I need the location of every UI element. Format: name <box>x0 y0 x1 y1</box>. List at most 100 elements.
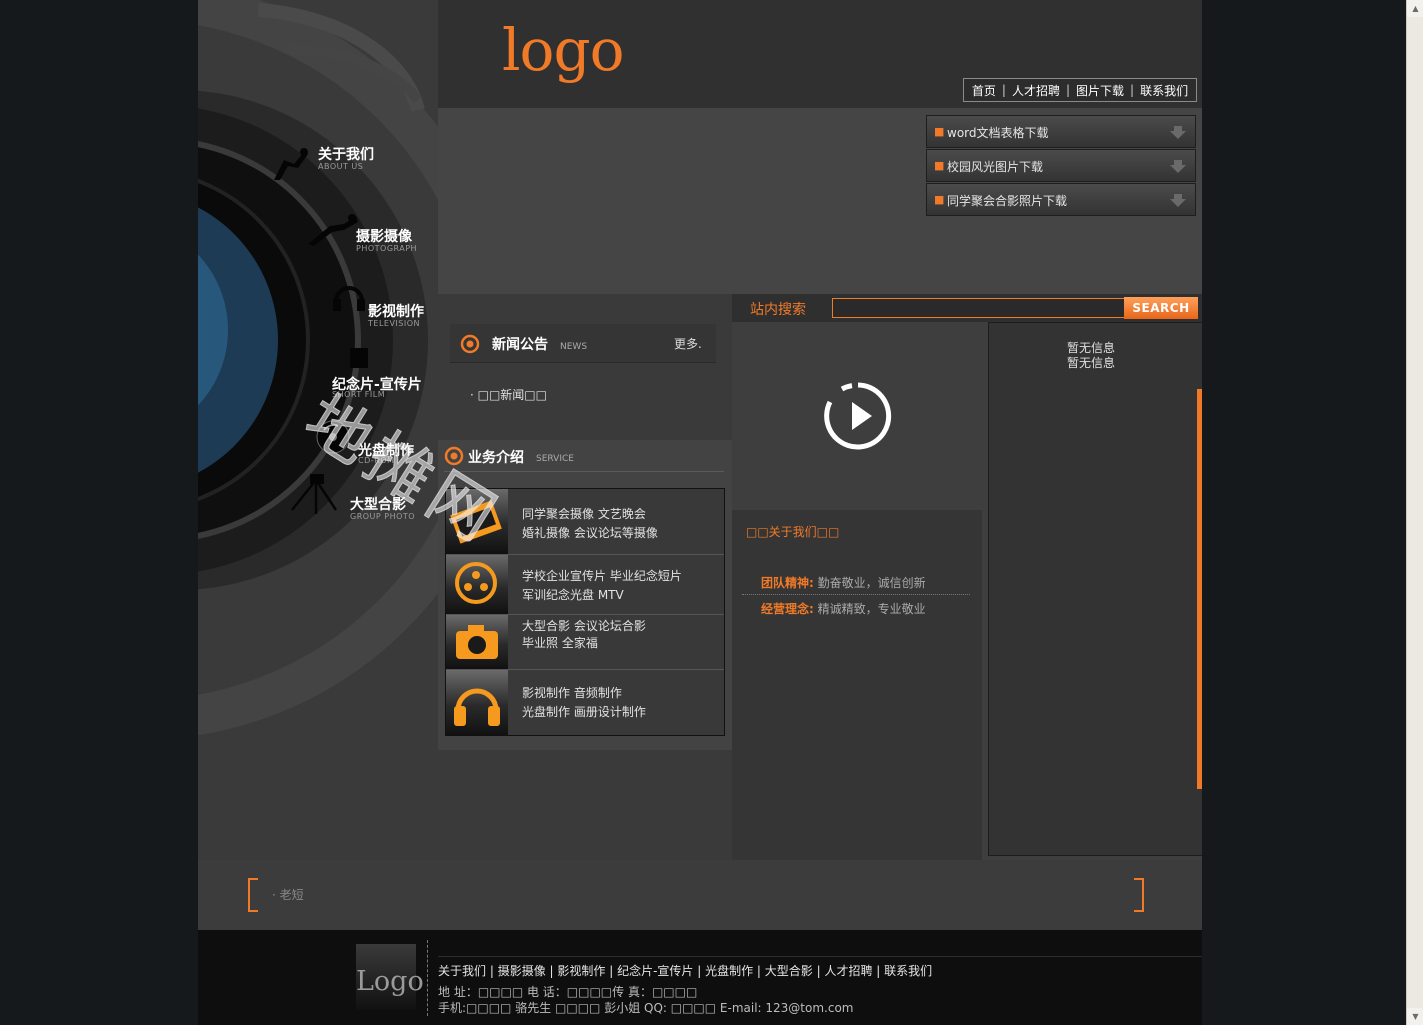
about-row: 经营理念: 精诚精致，专业敬业 <box>761 600 926 617</box>
download-item[interactable]: ■ 同学聚会合影照片下载 <box>926 183 1196 216</box>
info-text: 暂无信息 <box>1067 356 1116 370</box>
swirl-icon <box>460 334 480 354</box>
person-silhouette-icon <box>274 148 308 180</box>
camera-icon <box>446 615 508 669</box>
bullet-icon: ■ <box>934 159 945 172</box>
panel-scrollbar[interactable] <box>1197 389 1202 789</box>
scroll-up-arrow-icon[interactable]: ▲ <box>1407 0 1423 17</box>
play-icon[interactable] <box>824 382 892 450</box>
divider <box>427 940 428 1016</box>
about-title: □□关于我们□□ <box>746 525 840 539</box>
download-item[interactable]: ■ word文档表格下载 <box>926 115 1196 148</box>
topnav-home[interactable]: 首页 <box>972 82 996 99</box>
footer-address: 地 址：□□□□ 电 话：□□□□传 真：□□□□ <box>438 985 698 999</box>
bullet-icon: ■ <box>934 193 945 206</box>
news-subtitle: NEWS <box>560 342 588 352</box>
service-line: 光盘制作 画册设计制作 <box>522 705 646 719</box>
headphones-icon <box>333 286 365 311</box>
scroll-down-arrow-icon[interactable]: ▼ <box>1407 1008 1423 1025</box>
service-line: 学校企业宣传片 毕业纪念短片 <box>522 569 682 583</box>
download-arrow-icon <box>1170 126 1186 139</box>
headphones-icon <box>446 670 508 735</box>
download-item[interactable]: ■ 校园风光图片下载 <box>926 149 1196 182</box>
news-item[interactable]: · □□新闻□□ <box>470 386 547 403</box>
video-player <box>732 322 982 510</box>
service-row[interactable]: 学校企业宣传片 毕业纪念短片 军训纪念光盘 MTV <box>446 555 724 615</box>
service-row[interactable]: 影视制作 音频制作 光盘制作 画册设计制作 <box>446 670 724 735</box>
top-navigation: 首页 | 人才招聘 | 图片下载 | 联系我们 <box>963 78 1197 102</box>
banner-area: ■ word文档表格下载 ■ 校园风光图片下载 ■ 同学聚会合影照片下载 <box>438 108 1202 294</box>
topnav-separator: | <box>1130 83 1135 97</box>
site-footer: Logo 关于我们 | 摄影摄像 | 影视制作 | 纪念片-宣传片 | 光盘制作… <box>198 930 1202 1025</box>
footer-link[interactable]: 影视制作 <box>557 964 605 978</box>
footer-link[interactable]: 摄影摄像 <box>498 964 546 978</box>
footer-link[interactable]: 光盘制作 <box>705 964 753 978</box>
site-search: 站内搜索 SEARCH <box>732 294 1202 322</box>
film-reel-icon <box>350 348 368 368</box>
nav-sublabel: TELEVISION <box>368 319 421 328</box>
divider <box>742 594 970 595</box>
about-row: 团队精神: 勤奋敬业，诚信创新 <box>761 574 926 591</box>
footer-logo: Logo <box>356 944 424 1010</box>
about-value: 精诚精致，专业敬业 <box>817 602 926 616</box>
topnav-separator: | <box>1001 83 1006 97</box>
service-line: 影视制作 音频制作 <box>522 686 622 700</box>
news-title: 新闻公告 <box>492 337 548 353</box>
footer-link[interactable]: 联系我们 <box>884 964 932 978</box>
window-scrollbar[interactable]: ▲ ▼ <box>1406 0 1423 1025</box>
download-label: word文档表格下载 <box>947 126 1049 140</box>
right-bracket <box>1134 878 1144 912</box>
bullet-icon: ■ <box>934 125 945 138</box>
tripod-icon <box>291 474 338 514</box>
service-line: 军训纪念光盘 MTV <box>522 588 624 602</box>
service-line: 毕业照 全家福 <box>522 636 598 650</box>
nav-item-about-us[interactable]: 关于我们 ABOUT US <box>198 140 438 200</box>
search-input[interactable] <box>832 298 1132 318</box>
left-bracket <box>248 878 258 912</box>
photographer-icon <box>308 214 358 246</box>
news-section: 新闻公告 NEWS 更多. · □□新闻□□ <box>438 294 732 440</box>
footer-contact: 手机:□□□□ 骆先生 □□□□ 彭小姐 QQ: □□□□ E-mail: 12… <box>438 1001 854 1015</box>
topnav-downloads[interactable]: 图片下载 <box>1076 82 1124 99</box>
site-logo[interactable]: logo <box>502 16 625 84</box>
nav-item-photograph[interactable]: 摄影摄像 PHOTOGRAPH <box>198 214 438 282</box>
service-line: 同学聚会摄像 文艺晚会 <box>522 507 646 521</box>
download-label: 同学聚会合影照片下载 <box>947 194 1068 208</box>
footer-navigation: 关于我们 | 摄影摄像 | 影视制作 | 纪念片-宣传片 | 光盘制作 | 大型… <box>438 964 933 978</box>
ticker-text[interactable]: · 老短 <box>272 886 304 903</box>
footer-link[interactable]: 人才招聘 <box>824 964 872 978</box>
footer-link[interactable]: 纪念片-宣传片 <box>617 964 693 978</box>
service-row[interactable]: 大型合影 会议论坛合影 毕业照 全家福 <box>446 615 724 670</box>
about-key: 团队精神: <box>761 576 814 590</box>
page: 关于我们 ABOUT US 摄影摄像 PHOTOGRAPH 影视制作 TELEV… <box>0 0 1423 1025</box>
search-label: 站内搜索 <box>750 302 806 318</box>
about-value: 勤奋敬业，诚信创新 <box>817 576 926 590</box>
info-panel: 暂无信息 暂无信息 <box>988 322 1202 856</box>
service-line: 婚礼摄像 会议论坛等摄像 <box>522 526 658 540</box>
nav-label: 关于我们 <box>318 147 374 163</box>
search-button[interactable]: SEARCH <box>1124 297 1198 319</box>
news-header: 新闻公告 NEWS 更多. <box>450 324 716 363</box>
nav-item-television[interactable]: 影视制作 TELEVISION <box>198 286 438 357</box>
footer-link[interactable]: 关于我们 <box>438 964 486 978</box>
download-arrow-icon <box>1170 194 1186 207</box>
left-bottom-filler <box>438 750 732 860</box>
topnav-contact[interactable]: 联系我们 <box>1140 82 1188 99</box>
topnav-separator: | <box>1065 83 1071 97</box>
service-subtitle: SERVICE <box>536 454 574 464</box>
nav-sublabel: PHOTOGRAPH <box>356 244 418 253</box>
download-arrow-icon <box>1170 160 1186 173</box>
nav-label: 摄影摄像 <box>356 229 412 245</box>
footer-link[interactable]: 大型合影 <box>765 964 813 978</box>
ticker-bar: · 老短 <box>198 860 1202 930</box>
about-key: 经营理念: <box>761 602 814 616</box>
download-label: 校园风光图片下载 <box>947 160 1044 174</box>
nav-label: 影视制作 <box>368 304 424 320</box>
footer-logo-text: Logo <box>356 966 424 997</box>
site-header: logo 首页 | 人才招聘 | 图片下载 | 联系我们 <box>438 0 1202 108</box>
topnav-recruitment[interactable]: 人才招聘 <box>1012 82 1060 99</box>
about-section: □□关于我们□□ 团队精神: 勤奋敬业，诚信创新 经营理念: 精诚精致，专业敬业 <box>732 510 982 860</box>
site-wrapper: 关于我们 ABOUT US 摄影摄像 PHOTOGRAPH 影视制作 TELEV… <box>198 0 1202 1025</box>
service-line: 大型合影 会议论坛合影 <box>522 619 646 633</box>
news-more-link[interactable]: 更多. <box>674 335 702 352</box>
